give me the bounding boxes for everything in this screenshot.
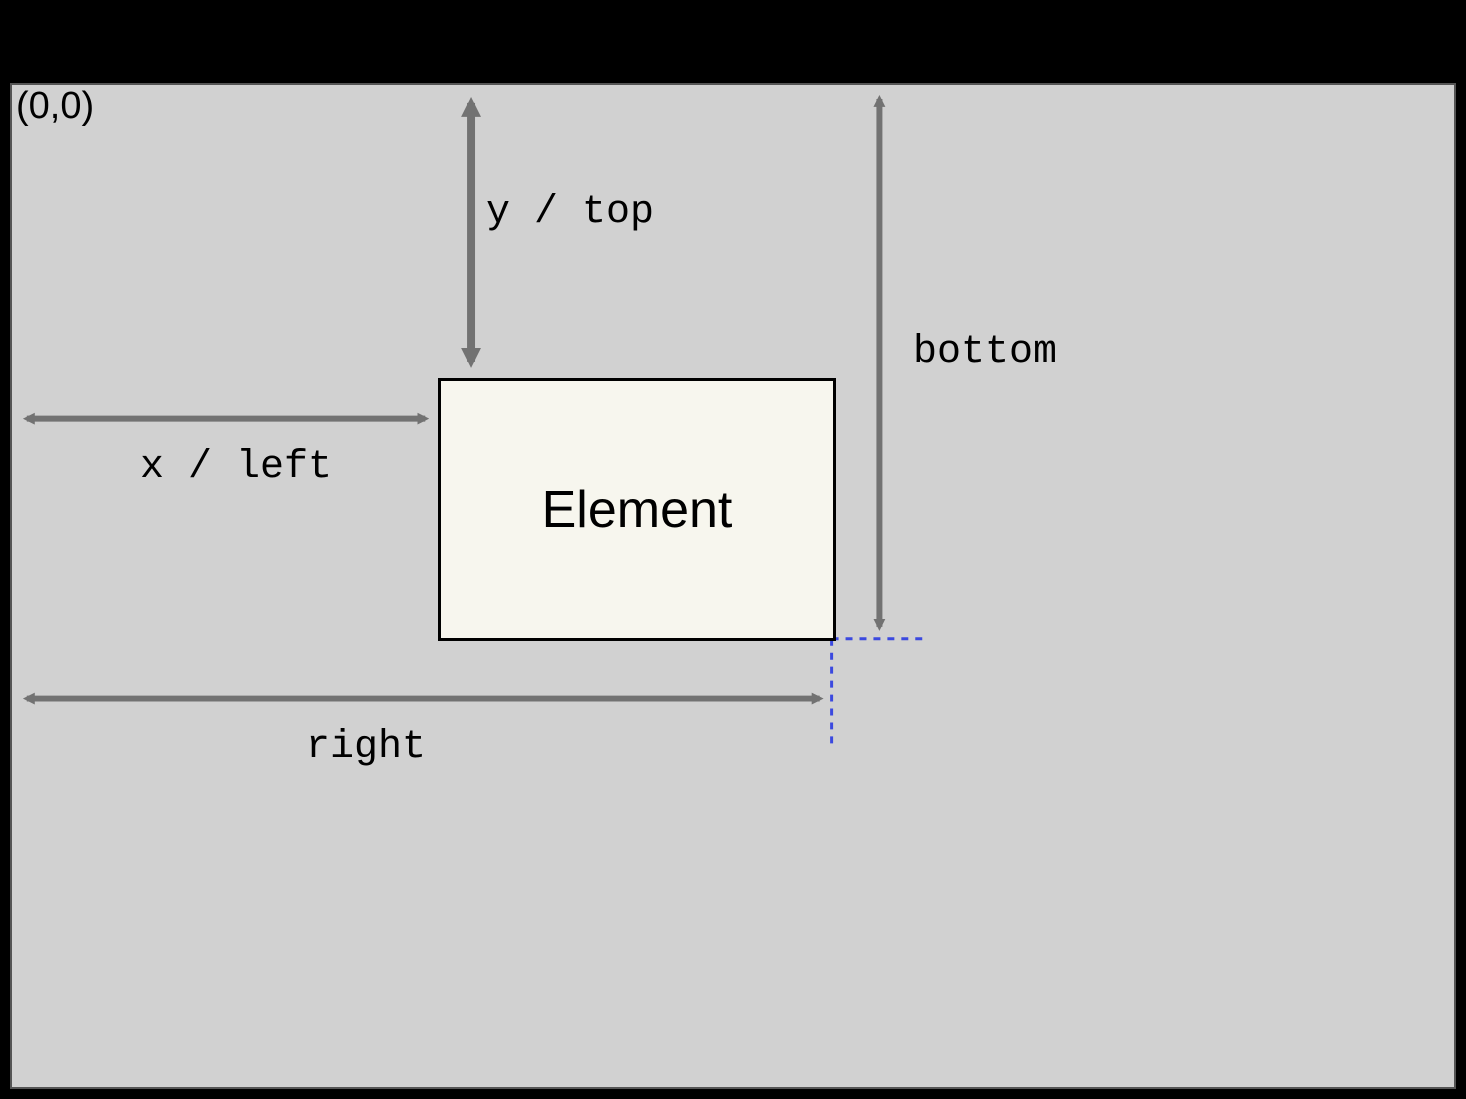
element-label: Element bbox=[542, 480, 733, 540]
origin-label: (0,0) bbox=[16, 85, 94, 128]
coordinate-canvas: (0,0) Element x / bbox=[10, 83, 1456, 1089]
label-y-top: y / top bbox=[486, 190, 654, 235]
label-x-left: x / left bbox=[140, 445, 332, 490]
label-bottom: bottom bbox=[913, 330, 1057, 375]
element-box: Element bbox=[438, 378, 836, 641]
label-right: right bbox=[306, 725, 426, 770]
